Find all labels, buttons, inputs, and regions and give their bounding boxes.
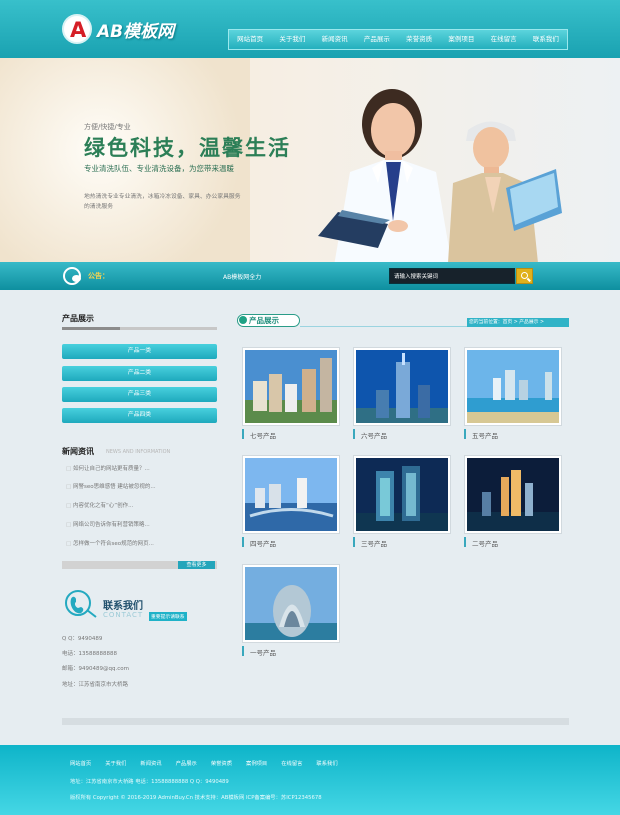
footer-nav-honors[interactable]: 荣誉资质 <box>211 759 232 767</box>
product-card-four[interactable]: 四号产品 <box>242 455 340 551</box>
product-name-marker <box>242 537 244 547</box>
product-card-one[interactable]: 一号产品 <box>242 564 340 660</box>
product-card-seven[interactable]: 七号产品 <box>242 347 340 443</box>
contact-badge: 重要提示请联系 <box>149 612 187 621</box>
news-item[interactable]: 如何让自己的网站更有质量？... <box>66 464 216 472</box>
product-image[interactable] <box>353 455 451 534</box>
search-input[interactable]: 请输入搜索关键词 <box>389 268 515 284</box>
product-image[interactable] <box>242 455 340 534</box>
product-name-marker <box>464 537 466 547</box>
logo-icon <box>62 14 92 44</box>
news-item[interactable]: 怎样做一个符合seo规范的网页... <box>66 539 216 547</box>
footer-nav-contact[interactable]: 联系我们 <box>316 759 337 767</box>
man-worker-image <box>448 121 562 262</box>
news-item[interactable]: 内容优化之有“心”创作... <box>66 501 216 509</box>
footer-nav-news[interactable]: 新闻资讯 <box>140 759 161 767</box>
contact-email: 邮箱：9490489@qq.com <box>62 666 129 672</box>
section-title-icon <box>239 316 247 324</box>
main-navigation: 网站首页 关于我们 新闻资讯 产品展示 荣誉资质 案例项目 在线留言 联系我们 <box>228 29 568 50</box>
footer-nav-cases[interactable]: 案例项目 <box>246 759 267 767</box>
nav-home[interactable]: 网站首页 <box>229 30 271 49</box>
footer-contact-info: 地址：江苏省南京市大桥路 电话：13588888888 Q Q：9490489 <box>70 779 229 785</box>
product-name[interactable]: 四号产品 <box>250 538 276 548</box>
contact-title: 联系我们 <box>103 601 143 612</box>
product-category-divider <box>62 327 217 330</box>
nav-honors[interactable]: 荣誉资质 <box>398 30 440 49</box>
product-image[interactable] <box>464 347 562 426</box>
product-card-three[interactable]: 三号产品 <box>353 455 451 551</box>
product-name[interactable]: 三号产品 <box>361 538 387 548</box>
product-card-five[interactable]: 五号产品 <box>464 347 562 443</box>
banner-kicker: 方便/快捷/专业 <box>84 123 131 131</box>
news-section-title: 新闻资讯 <box>62 447 94 456</box>
banner-subtitle: 专业清洗队伍、专业清洗设备，为您带来温暖 <box>84 164 234 173</box>
announcement-icon <box>63 267 81 285</box>
banner-description: 地热清洗专业专业清洗，冰箱冷冻设备、家具、办公家具服务的清洗服务 <box>84 194 241 210</box>
footer-nav-message[interactable]: 在线留言 <box>281 759 302 767</box>
footer-nav-about[interactable]: 关于我们 <box>105 759 126 767</box>
hero-banner: 方便/快捷/专业 绿色科技，温馨生活 专业清洗队伍、专业清洗设备，为您带来温暖 … <box>0 58 620 262</box>
news-section-subtitle: NEWS AND INFORMATION <box>106 449 171 455</box>
product-image[interactable] <box>464 455 562 534</box>
section-title: 产品展示 <box>249 316 279 325</box>
category-product-four[interactable]: 产品四类 <box>62 408 217 423</box>
news-item[interactable]: 网警seo思维感悟 建站被忽视的... <box>66 482 216 490</box>
product-image[interactable] <box>242 347 340 426</box>
product-name[interactable]: 六号产品 <box>361 430 387 440</box>
product-card-two[interactable]: 二号产品 <box>464 455 562 551</box>
breadcrumb: 您的当前位置：首页 > 产品展示 > <box>467 318 569 327</box>
product-image[interactable] <box>353 347 451 426</box>
product-category-title: 产品展示 <box>62 314 94 323</box>
banner-headline: 绿色科技，温馨生活 <box>84 135 291 160</box>
contact-phone-icon <box>65 590 97 618</box>
nav-products[interactable]: 产品展示 <box>356 30 398 49</box>
product-name[interactable]: 一号产品 <box>250 647 276 657</box>
category-product-three[interactable]: 产品三类 <box>62 387 217 402</box>
product-name-marker <box>464 429 466 439</box>
header: AB模板网 网站首页 关于我们 新闻资讯 产品展示 荣誉资质 案例项目 在线留言… <box>0 0 620 58</box>
site-logo[interactable]: AB模板网 <box>62 14 174 44</box>
footer: 网站首页 关于我们 新闻资讯 产品展示 荣誉资质 案例项目 在线留言 联系我们 … <box>0 745 620 815</box>
news-more-button[interactable]: 查看更多 <box>178 561 215 569</box>
nav-cases[interactable]: 案例项目 <box>440 30 482 49</box>
contact-english-title: CONTACT <box>103 611 144 619</box>
nav-message[interactable]: 在线留言 <box>483 30 525 49</box>
footer-copyright: 版权所有 Copyright © 2016-2019 AdminBuy.Cn 技… <box>70 795 322 801</box>
product-image[interactable] <box>242 564 340 643</box>
content-bottom-bar <box>62 718 569 725</box>
product-name-marker <box>353 429 355 439</box>
woman-worker-image <box>318 89 452 262</box>
product-name[interactable]: 五号产品 <box>472 430 498 440</box>
footer-nav-home[interactable]: 网站首页 <box>70 759 91 767</box>
notice-text: AB模板网全力 <box>223 274 262 281</box>
nav-about[interactable]: 关于我们 <box>271 30 313 49</box>
contact-qq: Q Q：9490489 <box>62 636 103 642</box>
product-name-marker <box>353 537 355 547</box>
category-product-one[interactable]: 产品一类 <box>62 344 217 359</box>
notice-label: 公告： <box>88 272 109 280</box>
search-button[interactable] <box>516 268 533 284</box>
news-item[interactable]: 网络公司告诉你有利营销策略... <box>66 520 216 528</box>
product-name-marker <box>242 646 244 656</box>
contact-address: 地址：江苏省南京市大桥路 <box>62 682 129 688</box>
category-product-two[interactable]: 产品二类 <box>62 366 217 381</box>
nav-news[interactable]: 新闻资讯 <box>314 30 356 49</box>
footer-navigation: 网站首页 关于我们 新闻资讯 产品展示 荣誉资质 案例项目 在线留言 联系我们 <box>70 759 338 767</box>
product-name[interactable]: 七号产品 <box>250 430 276 440</box>
footer-nav-products[interactable]: 产品展示 <box>176 759 197 767</box>
nav-contact[interactable]: 联系我们 <box>525 30 567 49</box>
site-name: AB模板网 <box>97 21 175 42</box>
product-name[interactable]: 二号产品 <box>472 538 498 548</box>
product-card-six[interactable]: 六号产品 <box>353 347 451 443</box>
contact-phone: 电话：13588888888 <box>62 651 117 657</box>
product-name-marker <box>242 429 244 439</box>
